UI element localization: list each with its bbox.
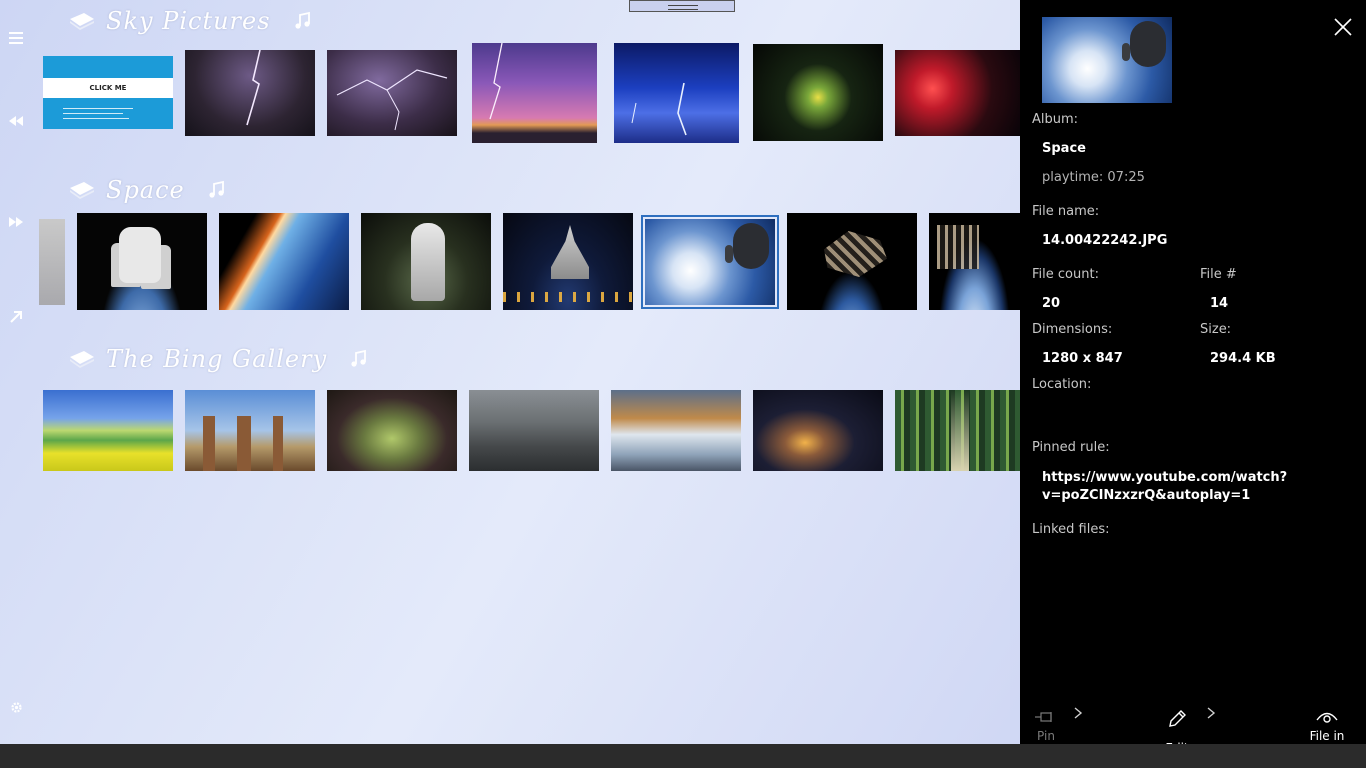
album-name: The Bing Gallery — [106, 345, 328, 373]
playtime-value: playtime: 07:25 — [1042, 170, 1145, 185]
menu-icon[interactable] — [6, 28, 26, 48]
thumbnail-astronaut[interactable] — [77, 213, 207, 310]
thumbnail-shuttle[interactable] — [361, 213, 491, 310]
file-number-value: 14 — [1210, 296, 1229, 311]
drag-handle[interactable] — [629, 0, 735, 12]
thumbnail-fireworks-2[interactable] — [895, 50, 1020, 136]
book-icon — [70, 351, 94, 368]
gallery-area: Sky Pictures CLICK ME Space The Bing Gal… — [0, 0, 1020, 744]
file-number-label: File # — [1200, 267, 1237, 282]
album-name: Sky Pictures — [106, 7, 271, 35]
linked-files-label: Linked files: — [1032, 522, 1110, 537]
file-count-value: 20 — [1042, 296, 1061, 311]
thumbnail-spring-park[interactable] — [327, 390, 457, 471]
thumbnail-night-city[interactable] — [753, 390, 883, 471]
album-title-bing-gallery[interactable]: The Bing Gallery — [68, 342, 369, 376]
rewind-icon[interactable] — [6, 111, 26, 131]
album-name: Space — [106, 176, 185, 204]
thumbnail-horizon[interactable] — [219, 213, 349, 310]
pinned-rule-url-line-2[interactable]: v=poZCINzxzrQ&autoplay=1 — [1042, 488, 1250, 503]
pin-rule-label-1: Pin — [1037, 729, 1055, 743]
thumbnail-lightning-blue[interactable] — [614, 43, 739, 143]
edit-more-chevron-icon[interactable] — [1206, 706, 1216, 724]
thumbnail-iss[interactable] — [787, 213, 917, 310]
file-name-label: File name: — [1032, 204, 1100, 219]
book-icon — [70, 182, 94, 199]
thumbnail-partial[interactable] — [39, 219, 65, 305]
thumbnail-lightning-sunset[interactable] — [472, 43, 597, 143]
thumbnail-click-me[interactable]: CLICK ME — [43, 56, 173, 129]
size-value: 294.4 KB — [1210, 351, 1276, 366]
settings-gear-icon[interactable] — [6, 697, 26, 717]
thumbnail-lightning-1[interactable] — [185, 50, 315, 136]
music-note-icon[interactable] — [207, 180, 227, 200]
location-label: Location: — [1032, 377, 1092, 392]
music-note-icon[interactable] — [349, 349, 369, 369]
file-count-label: File count: — [1032, 267, 1099, 282]
thumbnail-earth-station-selected[interactable] — [641, 215, 779, 309]
thumbnail-shuttle-landing[interactable] — [503, 213, 633, 310]
thumbnail-lightning-2[interactable] — [327, 50, 457, 136]
thumbnail-iss-earth[interactable] — [929, 213, 1020, 310]
thumbnail-winter-bridge[interactable] — [611, 390, 741, 471]
album-title-space[interactable]: Space — [68, 173, 227, 207]
close-icon[interactable] — [1332, 16, 1354, 38]
thumbnail-ravine[interactable] — [469, 390, 599, 471]
thumbnail-fireworks-1[interactable] — [753, 44, 883, 141]
thumbnail-fields[interactable] — [43, 390, 173, 471]
file-in-browser-label-1: File in — [1309, 729, 1345, 743]
file-name-value: 14.00422242.JPG — [1042, 233, 1168, 248]
click-me-label: CLICK ME — [43, 78, 173, 98]
pin-icon — [1035, 712, 1052, 722]
thumbnail-bamboo-path[interactable] — [895, 390, 1020, 471]
selected-image-preview — [1042, 17, 1172, 103]
dimensions-label: Dimensions: — [1032, 322, 1113, 337]
fast-forward-icon[interactable] — [6, 212, 26, 232]
expand-arrow-icon[interactable] — [6, 307, 26, 327]
pinned-rule-url-line-1[interactable]: https://www.youtube.com/watch? — [1042, 470, 1287, 485]
album-value: Space — [1042, 141, 1086, 156]
pinned-rule-label: Pinned rule: — [1032, 440, 1110, 455]
thumbnail-baobabs[interactable] — [185, 390, 315, 471]
book-icon — [70, 13, 94, 30]
dimensions-value: 1280 x 847 — [1042, 351, 1123, 366]
album-title-sky-pictures[interactable]: Sky Pictures — [68, 4, 313, 38]
pencil-icon — [1169, 710, 1186, 727]
eye-icon — [1316, 712, 1338, 723]
album-label: Album: — [1032, 112, 1079, 127]
pin-rule-more-chevron-icon[interactable] — [1073, 706, 1083, 724]
details-panel: Album: Space playtime: 07:25 File name: … — [1020, 0, 1366, 759]
taskbar — [0, 744, 1366, 768]
size-label: Size: — [1200, 322, 1232, 337]
music-note-icon[interactable] — [293, 11, 313, 31]
